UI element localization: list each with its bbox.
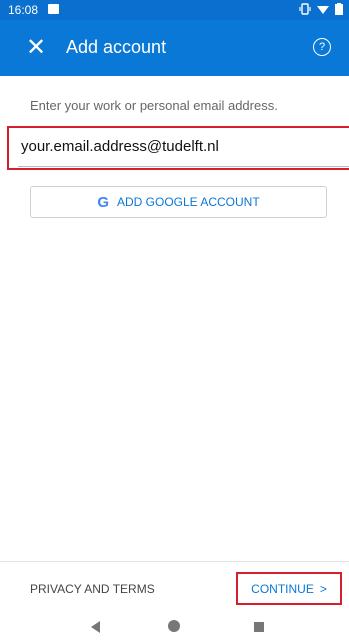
page-title: Add account <box>66 37 167 57</box>
image-notification-icon <box>48 4 59 14</box>
chevron-right-icon: > <box>319 581 327 596</box>
email-underline <box>18 166 349 167</box>
add-google-account-button[interactable]: G ADD GOOGLE ACCOUNT <box>30 186 327 218</box>
battery-icon <box>335 3 343 15</box>
footer-divider <box>0 561 349 562</box>
recent-apps-icon[interactable] <box>254 622 264 632</box>
close-button[interactable]: ✕ <box>22 34 50 62</box>
email-field[interactable]: your.email.address@tudelft.nl <box>7 126 349 170</box>
email-prompt: Enter your work or personal email addres… <box>30 98 278 113</box>
vibrate-icon <box>299 3 311 15</box>
google-button-label: ADD GOOGLE ACCOUNT <box>116 195 260 209</box>
system-nav-bar <box>0 610 349 641</box>
continue-button[interactable]: CONTINUE > <box>236 572 342 605</box>
app-bar: ✕ Add account ? <box>0 20 349 76</box>
status-bar: 16:08 <box>0 0 349 20</box>
privacy-terms-link[interactable]: PRIVACY AND TERMS <box>30 582 155 596</box>
continue-label: CONTINUE <box>251 581 314 596</box>
google-icon: G <box>97 193 109 211</box>
help-icon: ? <box>318 41 326 53</box>
help-button[interactable]: ? <box>313 38 331 56</box>
status-icons <box>299 3 343 15</box>
wifi-icon <box>317 5 329 14</box>
back-icon[interactable] <box>91 621 100 633</box>
email-input-value[interactable]: your.email.address@tudelft.nl <box>21 138 219 155</box>
close-icon: ✕ <box>25 34 47 61</box>
home-icon[interactable] <box>168 620 180 632</box>
status-time: 16:08 <box>8 3 39 17</box>
